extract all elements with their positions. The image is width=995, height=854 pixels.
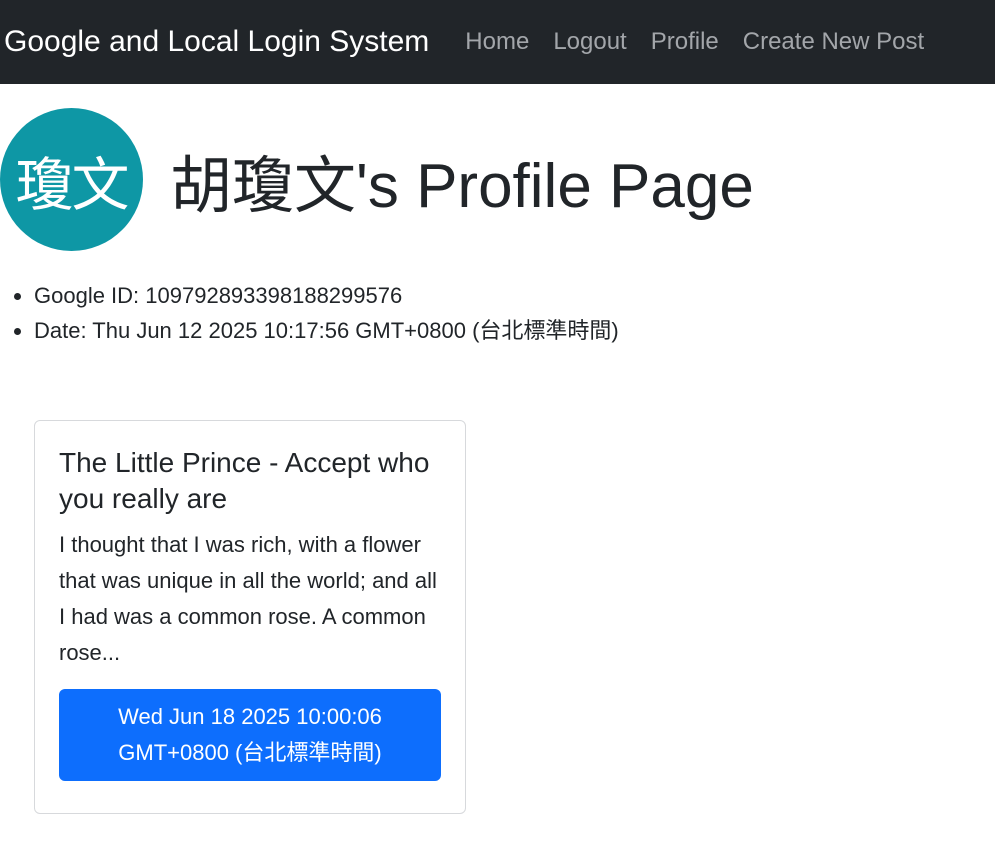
nav-link-create-new-post[interactable]: Create New Post — [743, 28, 924, 56]
page-title: 胡瓊文's Profile Page — [170, 151, 754, 221]
post-date-button[interactable]: Wed Jun 18 2025 10:00:06 GMT+0800 (台北標準時… — [59, 689, 441, 781]
date-item: Date: Thu Jun 12 2025 10:17:56 GMT+0800 … — [34, 313, 619, 348]
navbar: Google and Local Login System Home Logou… — [0, 0, 995, 84]
profile-header: 瓊文 胡瓊文's Profile Page — [0, 108, 754, 251]
navbar-brand[interactable]: Google and Local Login System — [4, 25, 429, 59]
post-excerpt: I thought that I was rich, with a flower… — [59, 532, 437, 665]
nav-links: Home Logout Profile Create New Post — [453, 28, 936, 56]
nav-link-home[interactable]: Home — [465, 28, 529, 56]
post-card: The Little Prince - Accept who you reall… — [34, 420, 466, 814]
profile-info-list: Google ID: 109792893398188299576 Date: T… — [0, 278, 619, 348]
nav-link-logout[interactable]: Logout — [553, 28, 626, 56]
nav-link-profile[interactable]: Profile — [651, 28, 719, 56]
post-title: The Little Prince - Accept who you reall… — [59, 447, 430, 514]
google-id-item: Google ID: 109792893398188299576 — [34, 278, 619, 313]
avatar: 瓊文 — [0, 108, 143, 251]
